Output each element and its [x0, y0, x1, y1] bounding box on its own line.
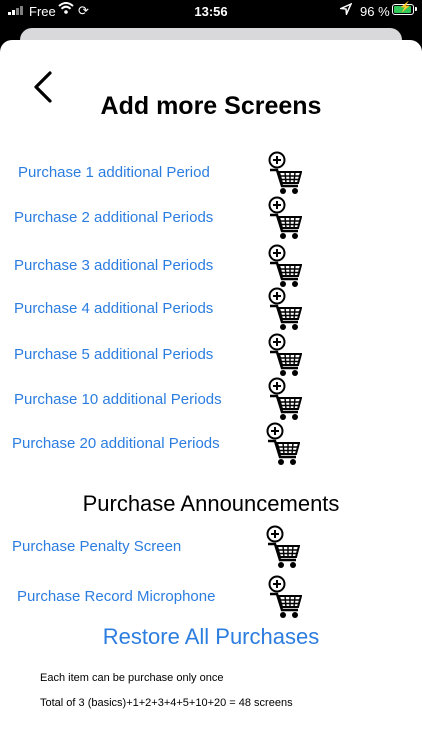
add-to-cart-icon[interactable]: [266, 421, 300, 465]
info-note-once: Each item can be purchase only once: [40, 672, 224, 684]
add-to-cart-icon[interactable]: [268, 574, 302, 618]
purchase-1-period-link[interactable]: Purchase 1 additional Period: [18, 164, 210, 181]
purchase-2-periods-link[interactable]: Purchase 2 additional Periods: [14, 209, 213, 226]
add-to-cart-icon[interactable]: [268, 243, 302, 287]
restore-purchases-button[interactable]: Restore All Purchases: [0, 624, 422, 650]
page-title: Add more Screens: [100, 92, 322, 120]
purchase-10-periods-link[interactable]: Purchase 10 additional Periods: [14, 391, 222, 408]
add-to-cart-icon[interactable]: [268, 195, 302, 239]
battery-charging-icon: ⚡: [392, 2, 417, 15]
battery-percent: 96 %: [360, 4, 390, 19]
add-to-cart-icon[interactable]: [268, 286, 302, 330]
purchase-4-periods-link[interactable]: Purchase 4 additional Periods: [14, 300, 213, 317]
info-note-total: Total of 3 (basics)+1+2+3+4+5+10+20 = 48…: [40, 697, 293, 709]
status-bar: Free ⟳ 13:56 96 % ⚡: [0, 0, 422, 24]
purchase-penalty-screen-link[interactable]: Purchase Penalty Screen: [12, 538, 181, 555]
clock: 13:56: [194, 4, 228, 19]
purchase-5-periods-link[interactable]: Purchase 5 additional Periods: [14, 346, 213, 363]
add-to-cart-icon[interactable]: [268, 332, 302, 376]
add-to-cart-icon[interactable]: [266, 524, 300, 568]
add-to-cart-icon[interactable]: [268, 150, 302, 194]
announcements-heading: Purchase Announcements: [82, 491, 340, 516]
add-to-cart-icon[interactable]: [268, 376, 302, 420]
purchase-record-microphone-link[interactable]: Purchase Record Microphone: [17, 588, 215, 605]
purchase-20-periods-link[interactable]: Purchase 20 additional Periods: [12, 435, 220, 452]
purchase-3-periods-link[interactable]: Purchase 3 additional Periods: [14, 257, 213, 274]
location-arrow-icon: [338, 2, 353, 18]
